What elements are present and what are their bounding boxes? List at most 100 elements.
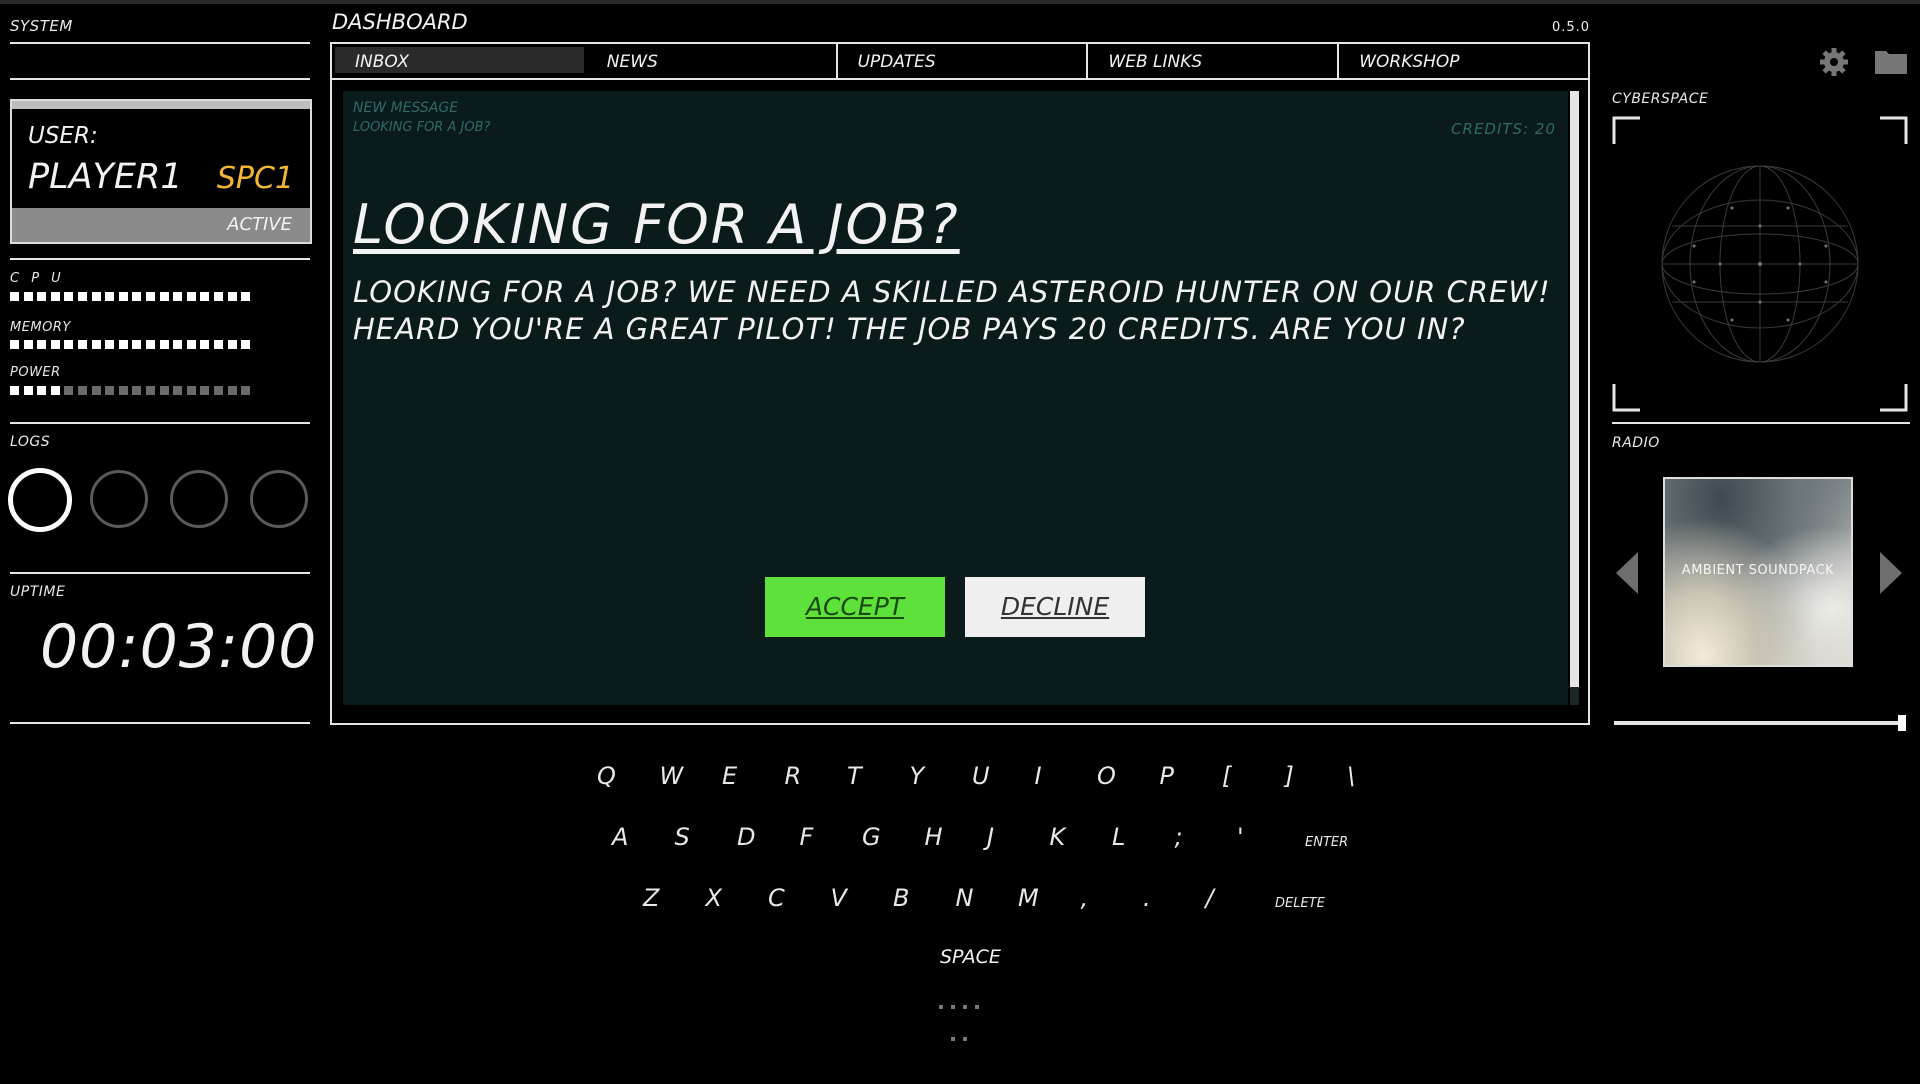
key-2[interactable]: E [722, 762, 737, 790]
uptime-clock: 00:03:00 [40, 612, 318, 682]
key-row3-0[interactable]: Z [643, 884, 659, 912]
accept-button[interactable]: ACCEPT [765, 577, 945, 637]
key-row2-0[interactable]: A [612, 823, 628, 851]
key-3[interactable]: R [785, 762, 802, 790]
divider [1612, 422, 1910, 424]
dots-icon [939, 1005, 979, 1041]
uptime-label: UPTIME [10, 584, 66, 600]
log-slot-3[interactable] [170, 470, 228, 528]
tab-news[interactable]: NEWS [587, 44, 838, 78]
volume-slider[interactable] [1614, 715, 1906, 731]
key-row2-1[interactable]: S [675, 823, 690, 851]
memory-segment [23, 340, 33, 349]
key-0[interactable]: Q [597, 762, 616, 790]
cpu-segment [145, 292, 155, 301]
cpu-segment [77, 292, 87, 301]
key-10[interactable]: [ [1222, 762, 1231, 790]
credits-label: CREDITS: 20 [1451, 120, 1556, 138]
memory-meter [10, 340, 251, 349]
key-row2-9[interactable]: ; [1175, 823, 1183, 851]
key-row2-6[interactable]: J [987, 823, 994, 851]
cpu-segment [10, 292, 19, 301]
key-row3-8[interactable]: . [1143, 884, 1151, 912]
cpu-segment [64, 292, 74, 301]
key-row3-4[interactable]: B [893, 884, 909, 912]
decline-button[interactable]: DECLINE [965, 577, 1145, 637]
key-row2-8[interactable]: L [1112, 823, 1125, 851]
memory-label: MEMORY [10, 320, 71, 335]
key-row3-3[interactable]: V [831, 884, 847, 912]
logs-label: LOGS [10, 434, 51, 450]
tab-updates[interactable]: UPDATES [838, 44, 1089, 78]
key-row2-4[interactable]: G [862, 823, 881, 851]
prev-arrow-icon[interactable] [1614, 550, 1640, 596]
memory-segment [186, 340, 196, 349]
key-row3-1[interactable]: X [706, 884, 722, 912]
folder-icon[interactable] [1875, 48, 1907, 74]
tab-workshop[interactable]: WORKSHOP [1339, 44, 1588, 78]
log-slot-4[interactable] [250, 470, 308, 528]
cpu-meter [10, 292, 251, 301]
key-4[interactable]: T [847, 762, 862, 790]
status-bar: ACTIVE [12, 208, 310, 242]
volume-fill [1614, 721, 1906, 725]
tab-inbox[interactable]: INBOX [335, 47, 584, 73]
tab-web-links[interactable]: WEB LINKS [1088, 44, 1340, 78]
memory-segment [77, 340, 87, 349]
key-row2-5[interactable]: H [925, 823, 943, 851]
cyberspace-viewport[interactable] [1612, 116, 1908, 412]
log-slot-2[interactable] [90, 470, 148, 528]
user-card: USER: PLAYER1 SPC1 ACTIVE [10, 99, 312, 244]
key-row2-10[interactable]: ' [1237, 823, 1244, 851]
radio-label: RADIO [1612, 435, 1660, 451]
key-7[interactable]: I [1035, 762, 1042, 790]
power-segment [132, 386, 142, 395]
key-row3-9[interactable]: / [1206, 884, 1214, 912]
gear-icon[interactable] [1819, 47, 1849, 77]
key-6[interactable]: U [972, 762, 990, 790]
key-enter[interactable]: ENTER [1305, 835, 1348, 850]
key-row3-2[interactable]: C [768, 884, 785, 912]
key-row3-5[interactable]: N [956, 884, 974, 912]
message-tag: NEW MESSAGE [353, 100, 459, 116]
memory-segment [132, 340, 142, 349]
key-row3-7[interactable]: , [1081, 884, 1089, 912]
power-segment [105, 386, 115, 395]
key-8[interactable]: O [1097, 762, 1116, 790]
message-scrollbar[interactable] [1570, 91, 1579, 705]
log-slot-1[interactable] [8, 468, 72, 532]
divider [10, 42, 310, 44]
volume-knob[interactable] [1898, 715, 1906, 731]
memory-segment [200, 340, 210, 349]
key-delete[interactable]: DELETE [1275, 896, 1325, 911]
key-11[interactable]: ] [1285, 762, 1294, 790]
key-9[interactable]: P [1160, 762, 1174, 790]
key-row2-7[interactable]: K [1050, 823, 1066, 851]
scrollbar-thumb[interactable] [1570, 91, 1579, 687]
power-meter [10, 386, 251, 395]
memory-segment [37, 340, 47, 349]
album-art[interactable]: AMBIENT SOUNDPACK [1663, 477, 1853, 667]
next-arrow-icon[interactable] [1878, 550, 1904, 596]
cpu-segment [50, 292, 60, 301]
memory-segment [91, 340, 101, 349]
power-segment [200, 386, 210, 395]
power-segment [241, 386, 251, 395]
key-5[interactable]: Y [910, 762, 925, 790]
username: PLAYER1 [28, 157, 183, 197]
key-row2-3[interactable]: F [800, 823, 814, 851]
message-panel: NEW MESSAGE LOOKING FOR A JOB? CREDITS: … [343, 91, 1568, 705]
power-segment [227, 386, 237, 395]
memory-segment [118, 340, 128, 349]
cpu-label: C P U [10, 271, 65, 286]
user-label: USER: [28, 123, 98, 149]
key-row3-6[interactable]: M [1018, 884, 1039, 912]
tab-bar: INBOX NEWS UPDATES WEB LINKS WORKSHOP [330, 42, 1590, 80]
power-segment [213, 386, 223, 395]
cpu-segment [37, 292, 47, 301]
cpu-segment [132, 292, 142, 301]
key-space[interactable]: SPACE [940, 946, 1001, 968]
key-1[interactable]: W [660, 762, 684, 790]
key-row2-2[interactable]: D [737, 823, 755, 851]
key-12[interactable]: \ [1347, 762, 1355, 790]
